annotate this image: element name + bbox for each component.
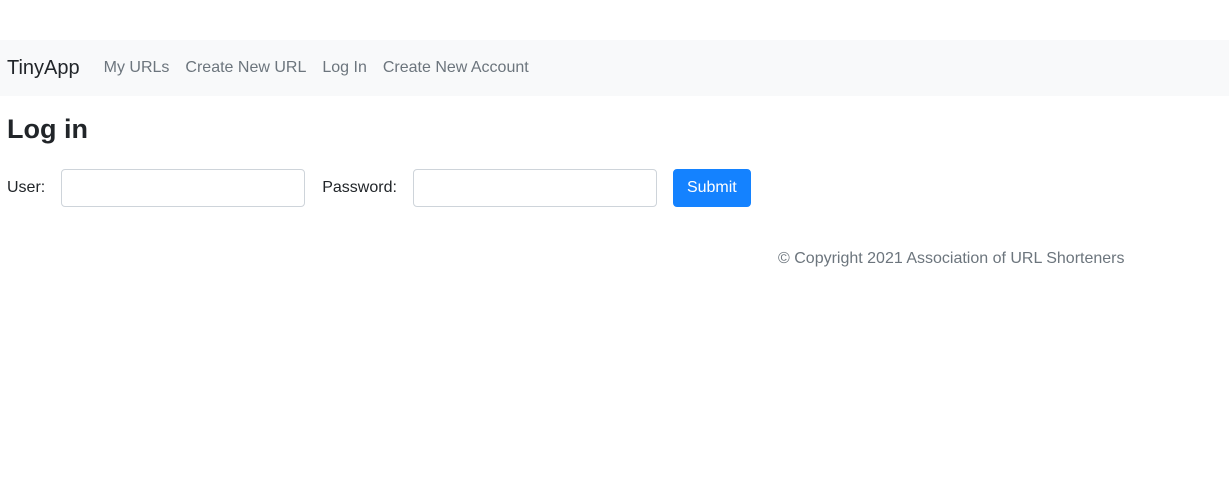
user-input[interactable] <box>61 169 306 207</box>
navbar-brand[interactable]: TinyApp <box>7 58 80 78</box>
submit-button[interactable]: Submit <box>672 169 751 207</box>
nav-link-create-new-url[interactable]: Create New URL <box>185 60 306 76</box>
nav-links: My URLs Create New URL Log In Create New… <box>104 60 545 76</box>
password-input[interactable] <box>412 169 657 207</box>
login-form: User: Password: Submit <box>7 169 751 207</box>
nav-link-create-new-account[interactable]: Create New Account <box>383 60 529 76</box>
navbar: TinyApp My URLs Create New URL Log In Cr… <box>0 40 1229 96</box>
nav-link-my-urls[interactable]: My URLs <box>104 60 170 76</box>
footer-copyright: © Copyright 2021 Association of URL Shor… <box>778 250 1125 267</box>
user-label: User: <box>7 179 46 196</box>
page-title: Log in <box>7 114 88 144</box>
nav-link-log-in[interactable]: Log In <box>322 60 366 76</box>
password-label: Password: <box>322 179 397 196</box>
